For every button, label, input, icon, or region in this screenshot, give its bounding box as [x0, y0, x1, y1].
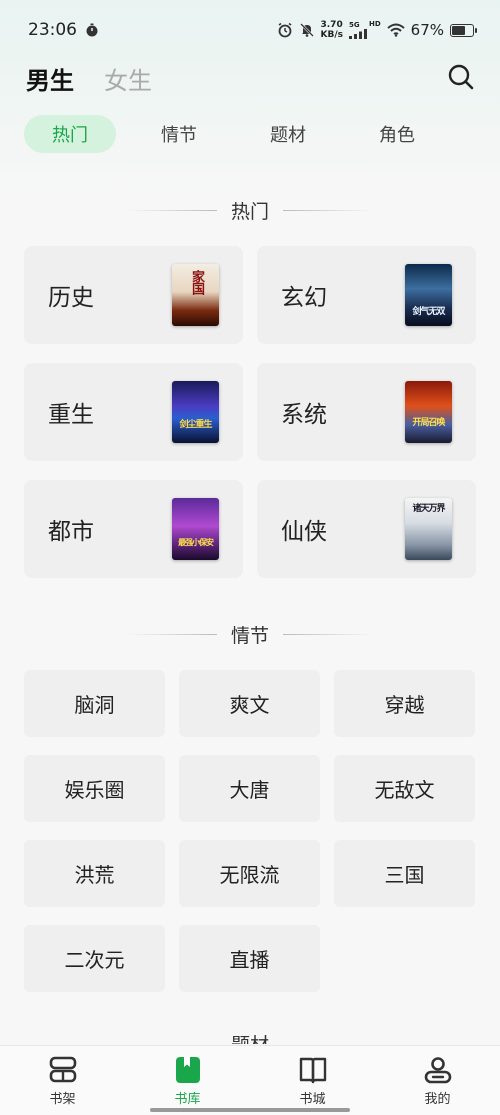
header: 男生 女生 [0, 56, 500, 100]
plot-tag-grid: 脑洞 爽文 穿越 娱乐圈 大唐 无敌文 洪荒 无限流 三国 二次元 直播 [24, 670, 476, 992]
book-store-icon [299, 1057, 326, 1084]
nav-label: 书架 [49, 1092, 76, 1107]
cover-title: 家国 [189, 270, 204, 294]
hot-genre-grid: 历史 家国 玄幻 剑气无双 重生 剑尘重生 系统 开局召唤 都市 最强小保安 仙… [24, 246, 476, 578]
genre-card-xianxia[interactable]: 仙侠 诸天万界 [257, 480, 476, 578]
nav-bookshelf[interactable]: 书架 [0, 1046, 125, 1115]
status-bar: 23:06 3.70 KB/s 5G HD 67% [0, 0, 500, 60]
network-speed: 3.70 KB/s [321, 20, 343, 40]
section-title-plot: 情节 [0, 619, 500, 649]
genre-card-urban[interactable]: 都市 最强小保安 [24, 480, 243, 578]
wifi-icon [386, 23, 405, 37]
section-title-hot: 热门 [0, 195, 500, 225]
section-title-theme: 题材 [0, 1030, 500, 1044]
tab-theme[interactable]: 题材 [242, 115, 334, 153]
plot-tag[interactable]: 娱乐圈 [24, 755, 165, 822]
net-type-label: 5G [348, 21, 360, 29]
book-cover: 剑尘重生 [172, 381, 219, 443]
genre-label: 系统 [281, 402, 327, 428]
cover-title: 诸天万界 [412, 504, 445, 514]
divider [283, 633, 373, 635]
hd-label: HD [368, 20, 381, 28]
plot-tag[interactable]: 爽文 [179, 670, 320, 737]
genre-label: 仙侠 [281, 519, 327, 545]
nav-profile[interactable]: 我的 [375, 1046, 500, 1115]
nav-library[interactable]: 书库 [125, 1046, 250, 1115]
net-speed-value: 3.70 [320, 20, 343, 30]
tab-hot[interactable]: 热门 [24, 115, 116, 153]
divider [283, 209, 373, 211]
bottom-nav: 书架 书库 书城 我的 [0, 1045, 500, 1115]
plot-tag[interactable]: 穿越 [334, 670, 475, 737]
cellular-indicator: 5G [348, 21, 367, 39]
nav-label: 书城 [299, 1092, 326, 1107]
net-speed-unit: KB/s [320, 30, 343, 40]
cover-title: 剑尘重生 [179, 420, 212, 430]
clock: 23:06 [28, 20, 77, 40]
plot-tag[interactable]: 脑洞 [24, 670, 165, 737]
plot-tag[interactable]: 三国 [334, 840, 475, 907]
cover-title: 开局召唤 [412, 418, 445, 428]
alarm-icon [278, 22, 291, 38]
mute-bell-icon [299, 23, 314, 37]
battery-percent: 67% [410, 21, 444, 39]
plot-tag[interactable]: 无敌文 [334, 755, 475, 822]
genre-label: 都市 [48, 519, 94, 545]
plot-tag[interactable]: 大唐 [179, 755, 320, 822]
tab-female[interactable]: 女生 [104, 61, 152, 96]
book-cover: 家国 [172, 264, 219, 326]
library-icon [175, 1057, 200, 1083]
battery-icon [450, 23, 477, 37]
plot-tag[interactable]: 二次元 [24, 925, 165, 992]
plot-tag[interactable]: 无限流 [179, 840, 320, 907]
cover-title: 最强小保安 [178, 538, 214, 547]
section-title-text: 热门 [230, 200, 269, 223]
genre-card-fantasy[interactable]: 玄幻 剑气无双 [257, 246, 476, 344]
plot-tag[interactable]: 洪荒 [24, 840, 165, 907]
book-cover: 诸天万界 [405, 498, 452, 560]
book-cover: 开局召唤 [405, 381, 452, 443]
tab-plot[interactable]: 情节 [133, 115, 225, 153]
plot-tag[interactable]: 直播 [179, 925, 320, 992]
section-title-text: 情节 [230, 624, 269, 647]
nav-label: 我的 [424, 1092, 451, 1107]
genre-label: 历史 [48, 285, 94, 311]
search-icon[interactable] [446, 62, 476, 92]
genre-card-system[interactable]: 系统 开局召唤 [257, 363, 476, 461]
genre-label: 重生 [48, 402, 94, 428]
genre-card-rebirth[interactable]: 重生 剑尘重生 [24, 363, 243, 461]
category-tabs: 热门 情节 题材 角色 [24, 114, 476, 154]
tab-character[interactable]: 角色 [351, 115, 443, 153]
cover-title: 剑气无双 [412, 307, 445, 317]
genre-label: 玄幻 [281, 285, 327, 311]
divider [126, 209, 217, 211]
home-indicator [150, 1108, 350, 1112]
timer-icon [86, 23, 98, 37]
nav-bookstore[interactable]: 书城 [250, 1046, 375, 1115]
divider [126, 633, 217, 635]
book-cover: 最强小保安 [172, 498, 219, 560]
genre-card-history[interactable]: 历史 家国 [24, 246, 243, 344]
signal-icon [348, 29, 367, 39]
book-cover: 剑气无双 [405, 264, 452, 326]
nav-label: 书库 [174, 1092, 201, 1107]
tab-male[interactable]: 男生 [26, 61, 74, 96]
profile-icon [424, 1057, 451, 1084]
bookshelf-icon [49, 1056, 76, 1083]
